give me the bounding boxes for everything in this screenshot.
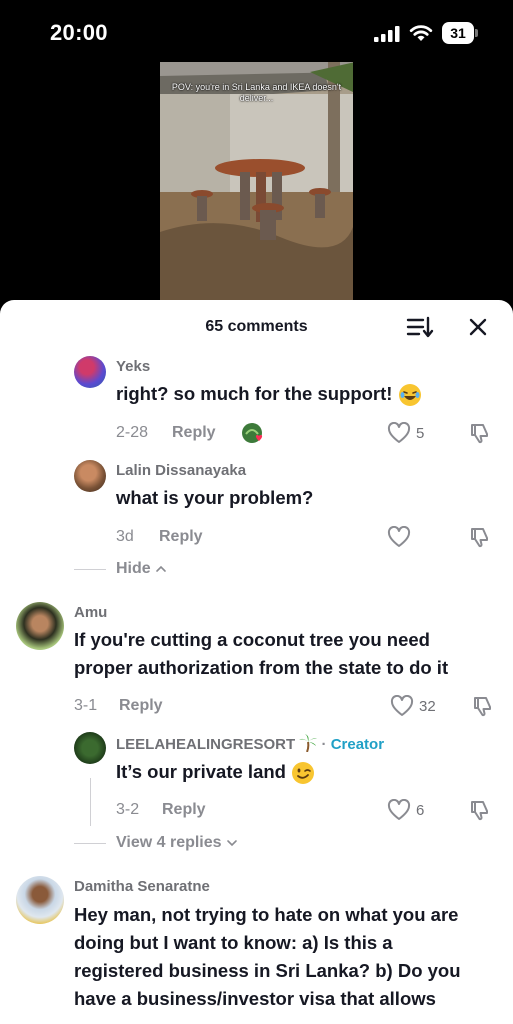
avatar[interactable]: [74, 732, 106, 764]
comment-username[interactable]: Amu: [74, 604, 107, 621]
close-icon[interactable]: [466, 315, 490, 339]
avatar[interactable]: [16, 602, 64, 650]
view-replies-button[interactable]: View 4 replies: [116, 834, 238, 852]
video-thumbnail[interactable]: POV: you're in Sri Lanka and IKEA doesn'…: [160, 62, 353, 302]
divider: [74, 569, 106, 570]
palm-tree-icon: [299, 734, 318, 753]
status-time: 20:00: [50, 20, 108, 45]
wifi-icon: [409, 25, 433, 41]
chevron-down-icon: [227, 839, 237, 846]
reply-button[interactable]: Reply: [159, 528, 203, 546]
video-caption: POV: you're in Sri Lanka and IKEA doesn'…: [171, 82, 342, 103]
comment-username[interactable]: Yeks: [116, 358, 150, 375]
comment-text-line: doing but I want to know: a) Is this a: [74, 932, 393, 953]
winking-emoji-icon: [292, 762, 315, 785]
heart-icon[interactable]: [387, 422, 411, 444]
comments-sheet: 65 comments Yeks right? so much for the …: [0, 300, 513, 1024]
reply-comment: Yeks right? so much for the support! 2-2…: [0, 352, 513, 456]
comment-text-line: have a business/investor visa that allow…: [74, 988, 436, 1009]
battery-level: 31: [442, 22, 474, 44]
comment-username[interactable]: Lalin Dissanayaka: [116, 462, 246, 479]
creator-badge: Creator: [330, 736, 385, 753]
comment-username-text: LEELAHEALINGRESORT: [116, 736, 296, 753]
heart-icon[interactable]: [387, 526, 411, 548]
comment-text-line: If you're cutting a coconut tree you nee…: [74, 629, 430, 650]
comments-count-title: 65 comments: [205, 318, 308, 335]
reply-button[interactable]: Reply: [119, 697, 163, 715]
avatar[interactable]: [16, 876, 64, 924]
avatar[interactable]: [74, 460, 106, 492]
comment-date: 3-2: [116, 801, 140, 818]
comment-text-body: It’s our private land: [116, 761, 286, 782]
reply-button[interactable]: Reply: [162, 801, 206, 819]
comment-text: right? so much for the support!: [116, 380, 422, 408]
sort-icon[interactable]: [406, 315, 434, 339]
comment-text-line: proper authorization from the state to d…: [74, 657, 449, 678]
top-comment: Damitha Senaratne Hey man, not trying to…: [0, 874, 513, 1024]
comment-text: It’s our private land: [116, 758, 315, 786]
reply-comment: Lalin Dissanayaka what is your problem? …: [0, 456, 513, 566]
comment-username[interactable]: LEELAHEALINGRESORT · Creator: [116, 734, 384, 753]
creator-reply-comment: LEELAHEALINGRESORT · Creator It’s our pr…: [0, 728, 513, 832]
dislike-icon[interactable]: [471, 695, 493, 717]
divider: [74, 843, 106, 844]
dislike-icon[interactable]: [468, 799, 490, 821]
comment-username[interactable]: Damitha Senaratne: [74, 878, 210, 895]
battery-icon: 31: [442, 22, 478, 44]
like-count: 32: [419, 698, 436, 715]
signal-icon: [374, 26, 400, 42]
comment-date: 3-1: [74, 697, 98, 714]
chevron-up-icon: [156, 565, 166, 572]
comment-text-body: right? so much for the support!: [116, 383, 393, 404]
comment-text-line: registered business in Sri Lanka? b) Do …: [74, 960, 461, 981]
comment-date: 3d: [116, 528, 134, 545]
reply-button[interactable]: Reply: [172, 424, 216, 442]
comment-date: 2-28: [116, 424, 149, 441]
view-replies-label: View 4 replies: [116, 834, 222, 851]
dislike-icon[interactable]: [468, 526, 490, 548]
comment-text: what is your problem?: [116, 487, 314, 508]
heart-icon[interactable]: [390, 695, 414, 717]
like-count: 5: [416, 425, 425, 442]
status-bar: 20:00 31: [0, 0, 513, 62]
heart-icon[interactable]: [387, 799, 411, 821]
dislike-icon[interactable]: [468, 422, 490, 444]
like-count: 6: [416, 802, 425, 819]
comment-text-line: Hey man, not trying to hate on what you …: [74, 904, 459, 925]
hide-label: Hide: [116, 560, 151, 577]
top-comment: Amu If you're cutting a coconut tree you…: [0, 600, 513, 722]
avatar[interactable]: [74, 356, 106, 388]
creator-liked-icon: [242, 423, 263, 443]
comments-header: 65 comments: [0, 300, 513, 352]
laughing-emoji-icon: [398, 384, 421, 407]
hide-replies-button[interactable]: Hide: [116, 560, 167, 578]
